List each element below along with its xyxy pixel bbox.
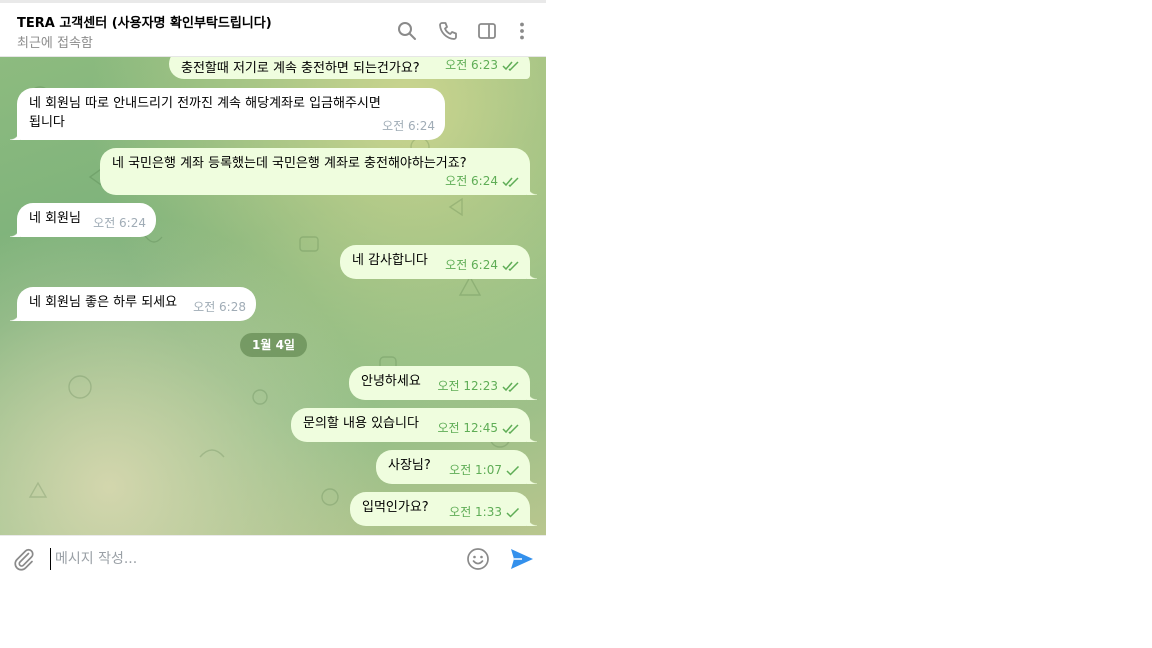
message-input[interactable]	[50, 548, 455, 570]
message-meta: 오전 6:24	[93, 214, 146, 233]
message-bubble-incoming[interactable]: 네 회원님 따로 안내드리기 전까진 계속 해당계좌로 입금해주시면 됩니다 오…	[10, 88, 445, 140]
check-icon	[506, 507, 520, 518]
message-text-line1: 네 회원님 따로 안내드리기 전까진 계속 해당계좌로 입금해주시면	[29, 96, 381, 111]
chat-header: TERA 고객센터 (사용자명 확인부탁드립니다) 최근에 접속함	[0, 3, 546, 57]
message-text-line2: 됩니다	[29, 115, 65, 130]
message-text: 네 국민은행 계좌 등록했는데 국민은행 계좌로 충전해야하는거죠?	[112, 156, 467, 171]
double-check-icon	[502, 423, 520, 434]
chat-window: TERA 고객센터 (사용자명 확인부탁드립니다) 최근에 접속함 충전할때 저…	[0, 0, 546, 582]
message-bubble-incoming[interactable]: 네 회원님 좋은 하루 되세요 오전 6:28	[10, 287, 256, 321]
send-icon[interactable]	[509, 547, 535, 571]
message-time: 오전 1:07	[449, 463, 502, 477]
message-bubble-outgoing[interactable]: 네 감사합니다 오전 6:24	[340, 245, 537, 279]
message-composer	[0, 535, 546, 582]
message-time: 오전 6:24	[93, 216, 146, 230]
message-meta: 오전 6:24	[445, 256, 520, 275]
message-time: 오전 6:24	[382, 119, 435, 133]
check-icon	[506, 465, 520, 476]
message-meta: 오전 6:24	[382, 117, 435, 136]
message-list[interactable]: 충전할때 저기로 계속 충전하면 되는건가요? 오전 6:23 네 회원님 따로…	[0, 57, 546, 535]
double-check-icon	[502, 260, 520, 271]
message-bubble-outgoing[interactable]: 사장님? 오전 1:07	[376, 450, 537, 484]
search-icon[interactable]	[396, 20, 418, 42]
message-bubble-outgoing[interactable]: 입먹인가요? 오전 1:33	[350, 492, 537, 526]
message-time: 오전 6:24	[445, 174, 498, 188]
paperclip-icon[interactable]	[12, 547, 36, 571]
message-time: 오전 12:45	[437, 421, 498, 435]
emoji-icon[interactable]	[466, 547, 490, 571]
message-meta: 오전 12:45	[438, 419, 520, 438]
double-check-icon	[502, 60, 520, 71]
double-check-icon	[502, 381, 520, 392]
message-time: 오전 6:23	[445, 58, 498, 72]
message-bubble-outgoing[interactable]: 충전할때 저기로 계속 충전하면 되는건가요? 오전 6:23	[169, 57, 530, 79]
phone-icon[interactable]	[437, 20, 459, 42]
sidebar-toggle-icon[interactable]	[476, 20, 498, 42]
message-bubble-outgoing[interactable]: 안녕하세요 오전 12:23	[349, 366, 537, 400]
message-meta: 오전 6:24	[445, 172, 520, 191]
message-meta: 오전 6:23	[445, 57, 520, 75]
more-vertical-icon[interactable]	[511, 20, 533, 42]
message-bubble-outgoing[interactable]: 문의할 내용 있습니다 오전 12:45	[291, 408, 537, 442]
message-meta: 오전 12:23	[438, 377, 520, 396]
message-meta: 오전 1:33	[449, 503, 520, 522]
message-meta: 오전 6:28	[193, 298, 246, 317]
message-time: 오전 12:23	[437, 379, 498, 393]
last-seen-status: 최근에 접속함	[17, 36, 93, 51]
message-time: 오전 6:24	[445, 258, 498, 272]
chat-title[interactable]: TERA 고객센터 (사용자명 확인부탁드립니다)	[17, 12, 272, 31]
message-bubble-outgoing[interactable]: 네 국민은행 계좌 등록했는데 국민은행 계좌로 충전해야하는거죠? 오전 6:…	[100, 148, 537, 195]
message-bubble-incoming[interactable]: 네 회원님 오전 6:24	[10, 203, 156, 237]
message-meta: 오전 1:07	[449, 461, 520, 480]
date-divider: 1월 4일	[240, 333, 307, 357]
double-check-icon	[502, 176, 520, 187]
message-time: 오전 6:28	[193, 300, 246, 314]
message-time: 오전 1:33	[449, 505, 502, 519]
